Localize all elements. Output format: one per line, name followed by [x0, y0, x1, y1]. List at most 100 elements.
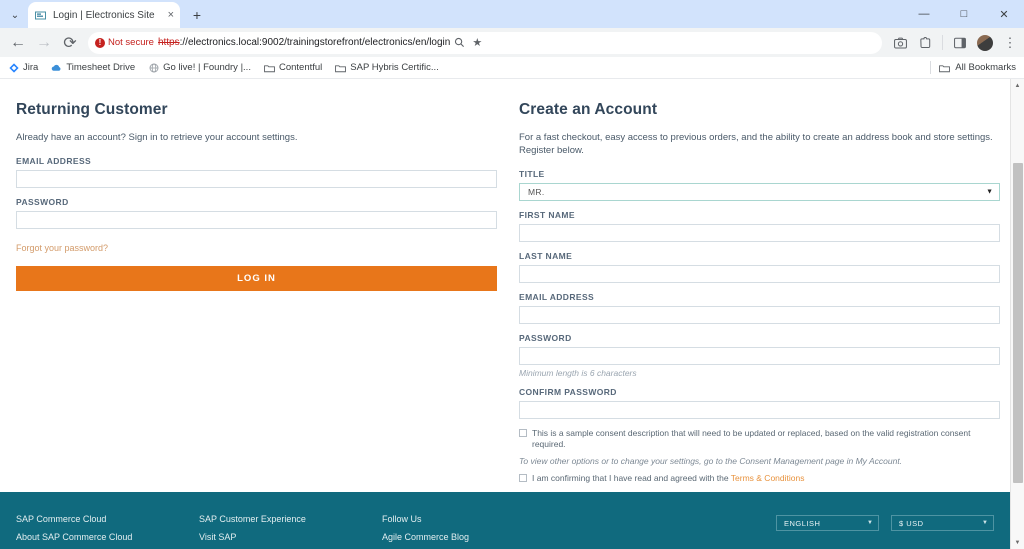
toolbar-actions: ⋮ — [888, 34, 1018, 51]
search-icon[interactable] — [454, 37, 465, 48]
page-viewport: Returning Customer Already have an accou… — [0, 79, 1024, 549]
consent-management-note: To view other options or to change your … — [519, 455, 903, 466]
login-email-input[interactable] — [16, 169, 497, 188]
register-password-input[interactable] — [519, 346, 1000, 365]
register-description: For a fast checkout, easy access to prev… — [519, 132, 993, 156]
warning-icon: ! — [95, 37, 105, 48]
security-label: Not secure — [108, 37, 154, 48]
toolbar-divider — [942, 35, 943, 50]
reload-icon: ⟳ — [63, 34, 77, 52]
globe-icon — [148, 62, 159, 73]
page-title-register: Create an Account — [519, 101, 658, 118]
extensions-icon[interactable] — [917, 35, 933, 51]
terms-checkbox[interactable] — [519, 473, 527, 482]
register-email-input[interactable] — [519, 305, 1000, 324]
close-icon[interactable]: × — [168, 9, 174, 21]
site-footer: SAP Commerce Cloud About SAP Commerce Cl… — [0, 492, 1010, 549]
footer-link[interactable]: SAP Customer Experience — [199, 514, 382, 525]
terms-conditions-link[interactable]: Terms & Conditions — [731, 473, 805, 483]
consent-description: This is a sample consent description tha… — [532, 427, 971, 449]
register-column: Create an Account For a fast checkout, e… — [519, 101, 1000, 519]
footer-column-2: SAP Customer Experience Visit SAP — [199, 514, 382, 549]
login-email-label: EMAIL ADDRESS — [16, 155, 92, 166]
profile-avatar[interactable] — [977, 34, 993, 51]
login-button[interactable]: LOG IN — [16, 265, 497, 291]
forward-button[interactable]: → — [32, 31, 56, 55]
footer-link[interactable]: Visit SAP — [199, 532, 382, 543]
folder-icon — [939, 62, 951, 73]
storefront-page: Returning Customer Already have an accou… — [0, 79, 1010, 549]
tab-title: Login | Electronics Site — [53, 9, 155, 21]
footer-link[interactable]: About SAP Commerce Cloud — [16, 532, 199, 543]
page-scrollbar[interactable]: ▲ ▼ — [1010, 79, 1024, 549]
screenshot-icon[interactable] — [892, 35, 908, 51]
content-columns: Returning Customer Already have an accou… — [0, 79, 1010, 519]
tab-search-button[interactable]: ⌄ — [2, 2, 28, 28]
forgot-password-link[interactable]: Forgot your password? — [16, 243, 108, 253]
back-arrow-icon: ← — [10, 33, 26, 51]
reload-button[interactable]: ⟳ — [58, 31, 82, 55]
language-select[interactable]: ENGLISH — [776, 515, 879, 531]
login-password-label: PASSWORD — [16, 196, 69, 207]
all-bookmarks-label: All Bookmarks — [955, 62, 1016, 73]
login-password-group: PASSWORD — [16, 197, 497, 229]
bookmark-contentful[interactable]: Contentful — [264, 62, 322, 73]
scrollbar-thumb[interactable] — [1013, 163, 1023, 483]
cloud-icon — [51, 62, 62, 73]
maximize-icon: □ — [960, 8, 968, 20]
consent-checkbox[interactable] — [519, 428, 527, 437]
security-status[interactable]: ! Not secure — [92, 37, 154, 48]
footer-link[interactable]: Agile Commerce Blog — [382, 532, 565, 543]
bookmark-sap-hybris[interactable]: SAP Hybris Certific... — [335, 62, 439, 73]
bookmark-label: Contentful — [278, 62, 323, 73]
new-tab-button[interactable]: + — [184, 2, 210, 28]
footer-link[interactable]: Follow Us — [382, 514, 565, 525]
register-password-label: PASSWORD — [519, 332, 572, 343]
jira-icon — [8, 62, 19, 73]
currency-select[interactable]: $ USD — [891, 515, 994, 531]
url-scheme: https — [157, 37, 180, 48]
bookmark-star-icon[interactable]: ★ — [472, 36, 482, 49]
plus-icon: + — [192, 7, 202, 23]
bookmark-label: Go live! | Foundry |... — [163, 62, 251, 73]
address-bar[interactable]: ! Not secure https://electronics.local:9… — [88, 31, 882, 54]
bookmarks-bar: Jira Timesheet Drive Go live! | Foundry … — [0, 57, 1024, 79]
url-text: https://electronics.local:9002/trainings… — [158, 37, 450, 48]
password-helper-text: Minimum length is 6 characters — [519, 367, 637, 378]
footer-link[interactable]: SAP Commerce Cloud — [16, 514, 199, 525]
bookmarks-divider — [930, 61, 932, 74]
minimize-button[interactable]: — — [904, 0, 944, 28]
bookmark-go-live-foundry[interactable]: Go live! | Foundry |... — [148, 62, 251, 73]
login-password-input[interactable] — [16, 210, 497, 229]
scroll-down-arrow-icon[interactable]: ▼ — [1011, 536, 1024, 549]
bookmark-jira[interactable]: Jira — [8, 62, 38, 73]
back-button[interactable]: ← — [6, 31, 30, 55]
all-bookmarks-button[interactable]: All Bookmarks — [930, 61, 1016, 74]
page-title-login: Returning Customer — [16, 101, 168, 118]
side-panel-icon[interactable] — [952, 35, 968, 51]
login-email-group: EMAIL ADDRESS — [16, 156, 497, 188]
forward-arrow-icon: → — [36, 33, 52, 51]
register-firstname-input[interactable] — [519, 223, 1000, 242]
kebab-menu-icon[interactable]: ⋮ — [1002, 35, 1018, 51]
bookmark-label: Timesheet Drive — [66, 62, 136, 73]
register-title-label: TITLE — [519, 168, 545, 179]
bookmark-label: Jira — [23, 62, 39, 73]
browser-tab[interactable]: Login | Electronics Site × — [28, 2, 180, 28]
close-window-button[interactable]: ✕ — [984, 0, 1024, 28]
maximize-button[interactable]: □ — [944, 0, 984, 28]
footer-selectors: ENGLISH ▼ $ USD ▼ — [776, 514, 994, 549]
register-confirm-password-input[interactable] — [519, 400, 1000, 419]
register-lastname-input[interactable] — [519, 264, 1000, 283]
register-title-select[interactable]: MR. — [519, 182, 1000, 201]
browser-window: ⌄ Login | Electronics Site × + — □ ✕ ← →… — [0, 0, 1024, 549]
login-description: Already have an account? Sign in to retr… — [16, 132, 298, 143]
register-lastname-group: LAST NAME — [519, 251, 1000, 283]
folder-icon — [264, 62, 275, 73]
scroll-up-arrow-icon[interactable]: ▲ — [1011, 79, 1024, 92]
currency-selector-wrap: $ USD ▼ — [891, 515, 994, 531]
footer-column-1: SAP Commerce Cloud About SAP Commerce Cl… — [16, 514, 199, 549]
register-firstname-label: FIRST NAME — [519, 209, 575, 220]
bookmark-timesheet-drive[interactable]: Timesheet Drive — [51, 62, 135, 73]
folder-icon — [335, 62, 347, 73]
